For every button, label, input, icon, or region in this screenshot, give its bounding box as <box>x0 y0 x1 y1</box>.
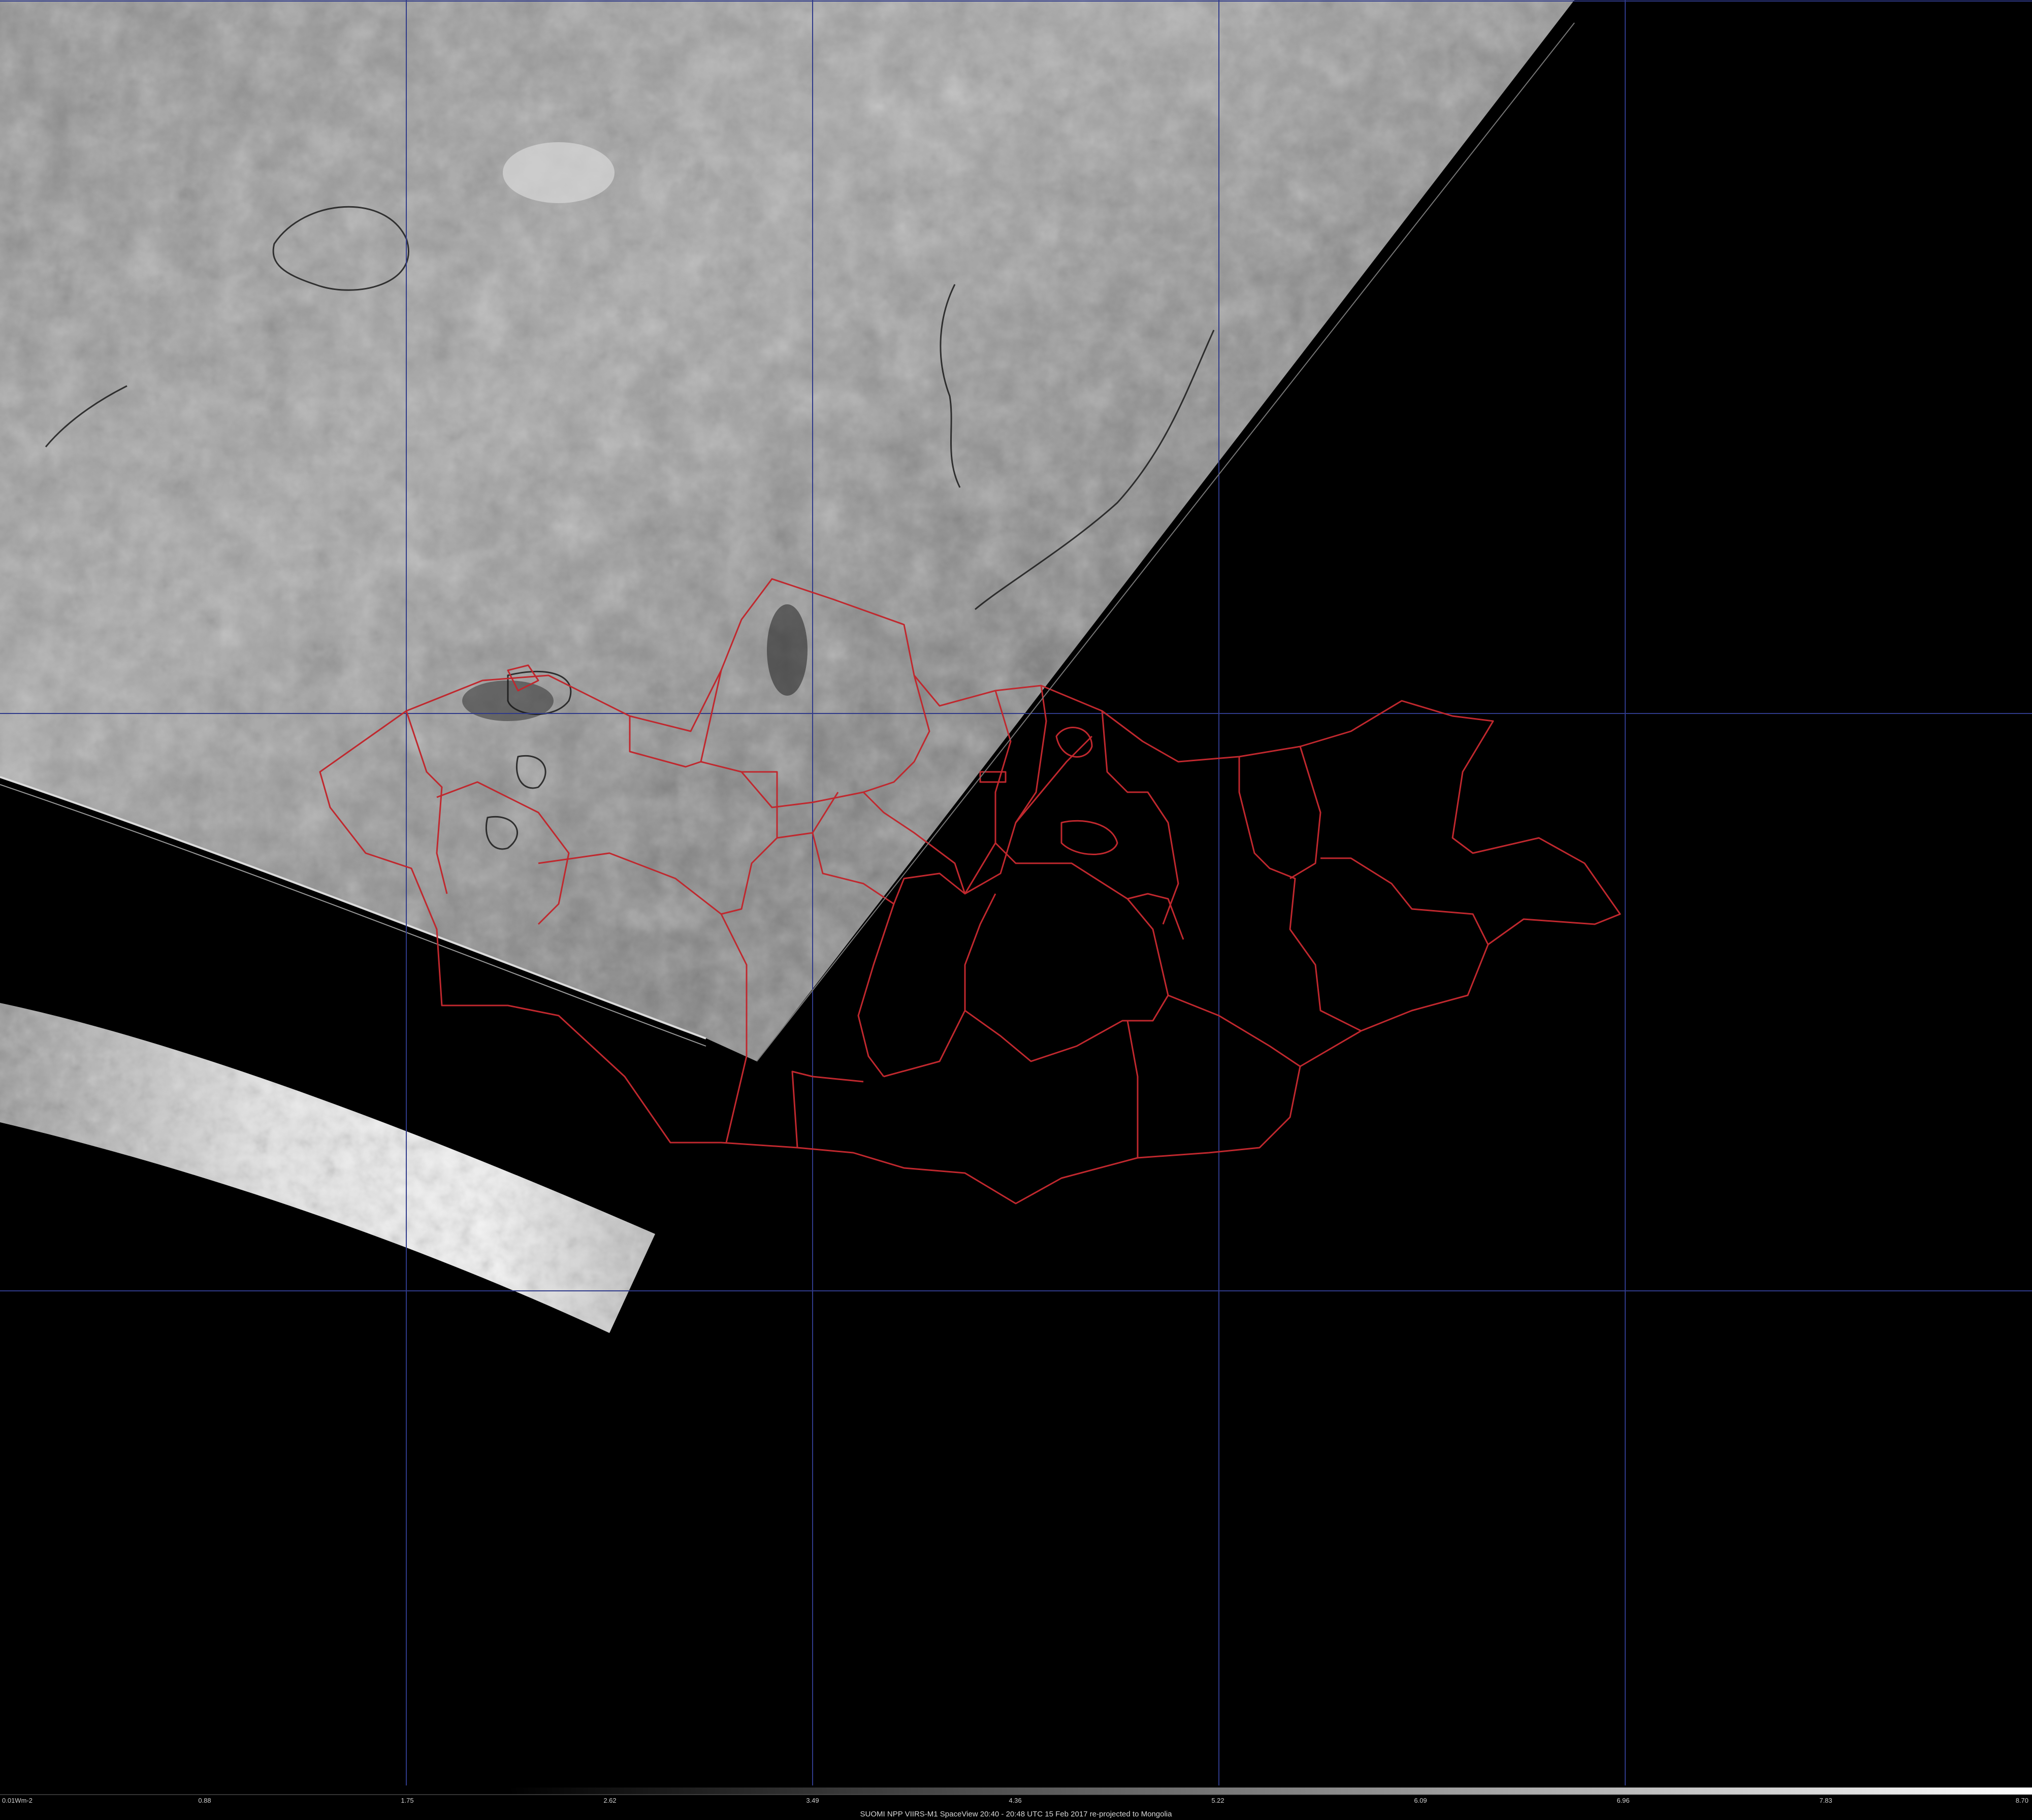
satellite-strip <box>0 1003 655 1333</box>
colorbar-tick-label: 6.09 <box>1414 1797 1427 1804</box>
colorbar-tick-label: 0.88 <box>198 1797 211 1804</box>
colorbar <box>0 1788 2032 1795</box>
colorbar-tick-label: 6.96 <box>1617 1797 1630 1804</box>
colorbar-tick-label: 3.49 <box>806 1797 819 1804</box>
satellite-map <box>0 0 2032 1785</box>
colorbar-tick-label: 5.22 <box>1211 1797 1224 1804</box>
colorbar-tick-label: 2.62 <box>603 1797 617 1804</box>
image-caption: SUOMI NPP VIIRS-M1 SpaceView 20:40 - 20:… <box>860 1810 1172 1818</box>
colorbar-tick-label: 7.83 <box>1819 1797 1832 1804</box>
satellite-swath <box>0 0 1574 1061</box>
colorbar-tick-label: 1.75 <box>401 1797 414 1804</box>
colorbar-legend: 0.01Wm-2 0.88 1.75 2.62 3.49 4.36 5.22 6.09 6.96… <box>0 1785 2032 1820</box>
colorbar-tick-label: 8.70 <box>2015 1797 2028 1804</box>
colorbar-tick-label: 0.01Wm-2 <box>2 1797 33 1804</box>
colorbar-tick-label: 4.36 <box>1009 1797 1022 1804</box>
